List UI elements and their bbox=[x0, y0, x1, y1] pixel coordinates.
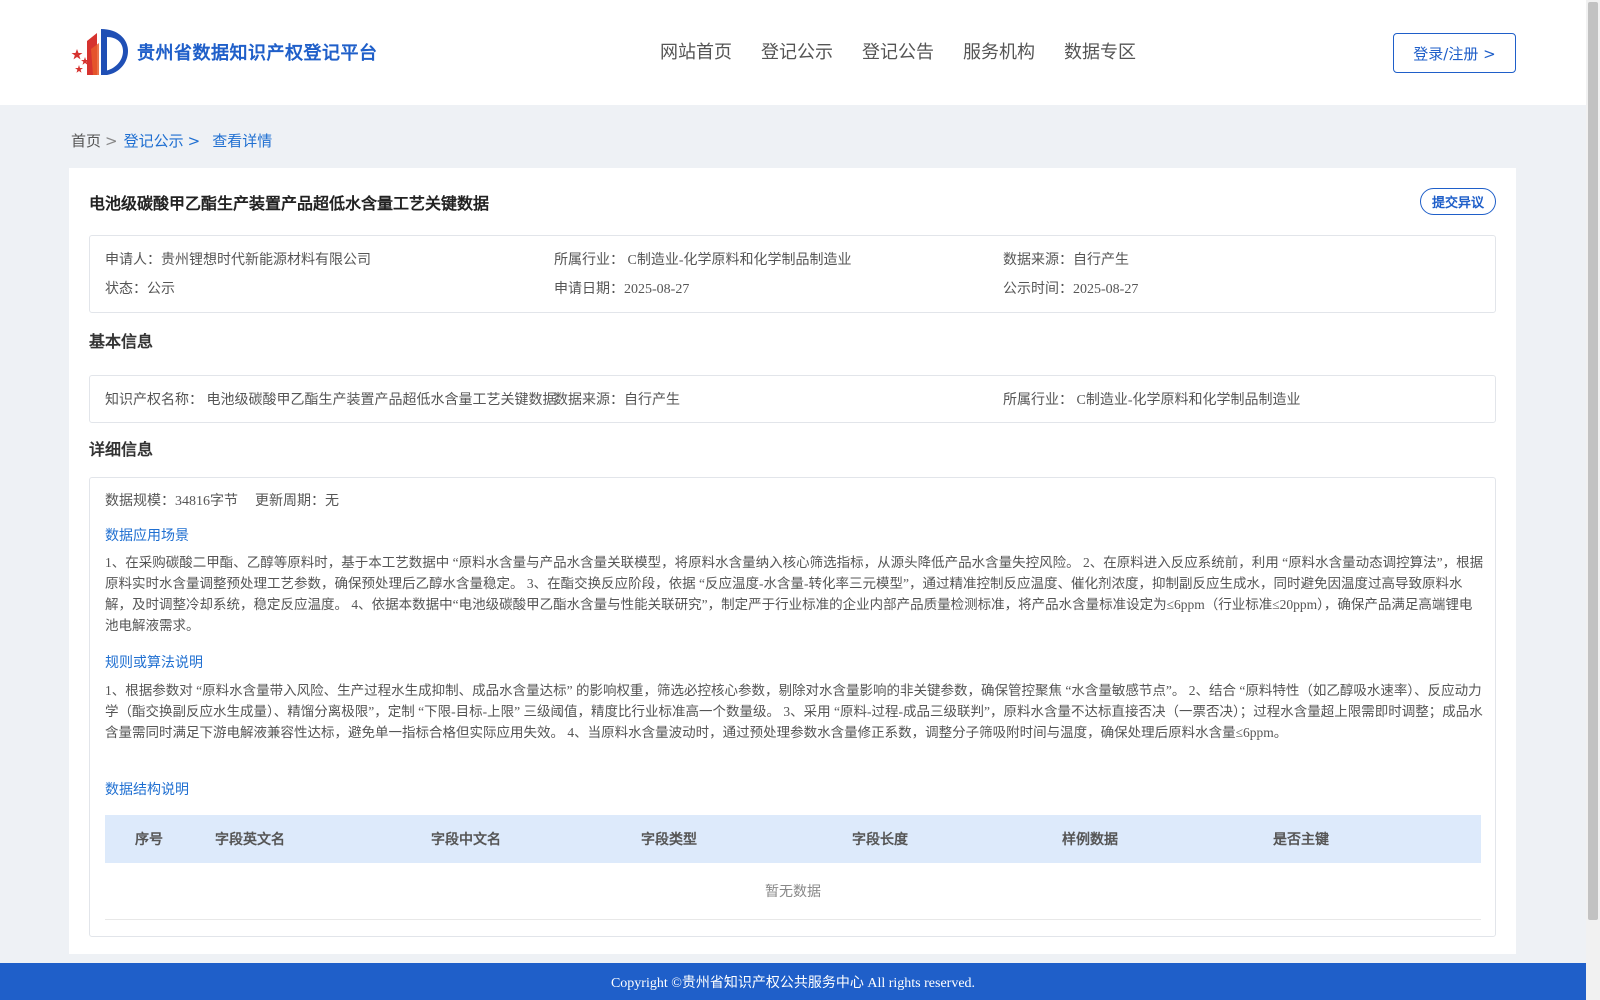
rule-heading: 规则或算法说明 bbox=[105, 655, 203, 671]
breadcrumb-home[interactable]: 首页 bbox=[71, 130, 101, 151]
structure-heading: 数据结构说明 bbox=[105, 782, 189, 798]
login-register-button[interactable]: 登录/注册 > bbox=[1393, 33, 1516, 73]
detail-info-heading: 详细信息 bbox=[89, 442, 154, 459]
logo-text: 贵州省数据知识产权登记平台 bbox=[137, 43, 378, 64]
applicant-text: 申请人：贵州锂想时代新能源材料有限公司 bbox=[105, 253, 371, 268]
data-scale-text: 数据规模：34816字节 bbox=[105, 494, 238, 509]
main-nav: 网站首页 登记公示 登记公告 服务机构 数据专区 bbox=[660, 38, 1165, 64]
nav-home[interactable]: 网站首页 bbox=[660, 38, 732, 64]
breadcrumb: 首页 > 登记公示 > 查看详情 bbox=[71, 130, 272, 151]
table-header-type: 字段类型 bbox=[641, 833, 697, 848]
basic-info-heading: 基本信息 bbox=[89, 334, 154, 351]
breadcrumb-registration-publicity[interactable]: 登记公示 bbox=[124, 130, 184, 151]
nav-registration-announcement[interactable]: 登记公告 bbox=[862, 38, 934, 64]
scenario-heading: 数据应用场景 bbox=[105, 528, 189, 544]
ip-name-text: 知识产权名称： 电池级碳酸甲乙酯生产装置产品超低水含量工艺关键数据 bbox=[105, 393, 557, 408]
rule-text: 1、根据参数对 “原料水含量带入风险、生产过程水生成抑制、成品水含量达标” 的影… bbox=[105, 683, 1483, 740]
apply-date-text: 申请日期：2025-08-27 bbox=[554, 282, 690, 297]
site-header: 贵州省数据知识产权登记平台 网站首页 登记公示 登记公告 服务机构 数据专区 登… bbox=[0, 0, 1586, 105]
data-source-text: 数据来源：自行产生 bbox=[1003, 253, 1129, 268]
table-header-length: 字段长度 bbox=[852, 833, 908, 848]
table-header-primary-key: 是否主键 bbox=[1273, 833, 1329, 848]
structure-table-header: 序号 字段英文名 字段中文名 字段类型 字段长度 样例数据 是否主键 bbox=[105, 815, 1481, 863]
industry-text: 所属行业： C制造业-化学原料和化学制品制造业 bbox=[554, 253, 852, 268]
scenario-text: 1、在采购碳酸二甲酯、乙醇等原料时，基于本工艺数据中 “原料水含量与产品水含量关… bbox=[105, 555, 1484, 633]
table-header-chinese-name: 字段中文名 bbox=[431, 833, 501, 848]
basic-info-box: 知识产权名称： 电池级碳酸甲乙酯生产装置产品超低水含量工艺关键数据 数据来源：自… bbox=[89, 375, 1496, 423]
status-text: 状态：公示 bbox=[105, 282, 175, 297]
nav-service-agencies[interactable]: 服务机构 bbox=[963, 38, 1035, 64]
breadcrumb-current: 查看详情 bbox=[212, 132, 273, 150]
breadcrumb-separator: > bbox=[105, 131, 118, 150]
submit-objection-button[interactable]: 提交异议 bbox=[1420, 188, 1496, 215]
nav-registration-publicity[interactable]: 登记公示 bbox=[761, 38, 833, 64]
table-header-sample: 样例数据 bbox=[1062, 833, 1118, 848]
nav-data-zone[interactable]: 数据专区 bbox=[1064, 38, 1136, 64]
summary-box: 申请人：贵州锂想时代新能源材料有限公司 所属行业： C制造业-化学原料和化学制品… bbox=[89, 235, 1496, 313]
logo-emblem-icon bbox=[71, 27, 129, 77]
page-title: 电池级碳酸甲乙酯生产装置产品超低水含量工艺关键数据 bbox=[89, 196, 490, 213]
scrollbar-thumb[interactable] bbox=[1588, 2, 1598, 920]
update-cycle-text: 更新周期：无 bbox=[255, 494, 339, 509]
publish-date-text: 公示时间：2025-08-27 bbox=[1003, 282, 1139, 297]
table-empty-state: 暂无数据 bbox=[105, 863, 1481, 920]
basic-industry-text: 所属行业： C制造业-化学原料和化学制品制造业 bbox=[1003, 393, 1301, 408]
table-header-english-name: 字段英文名 bbox=[215, 833, 285, 848]
table-header-index: 序号 bbox=[135, 833, 163, 848]
site-logo[interactable]: 贵州省数据知识产权登记平台 bbox=[71, 27, 378, 77]
breadcrumb-separator: > bbox=[187, 131, 201, 150]
detail-info-box: 数据规模：34816字节 更新周期：无 数据应用场景 1、在采购碳酸二甲酯、乙醇… bbox=[89, 477, 1496, 937]
copyright-text: Copyright ©贵州省知识产权公共服务中心 All rights rese… bbox=[610, 975, 976, 991]
basic-source-text: 数据来源：自行产生 bbox=[554, 393, 680, 408]
vertical-scrollbar[interactable] bbox=[1586, 0, 1600, 1000]
detail-card: 电池级碳酸甲乙酯生产装置产品超低水含量工艺关键数据 提交异议 申请人：贵州锂想时… bbox=[69, 168, 1516, 954]
site-footer: Copyright ©贵州省知识产权公共服务中心 All rights rese… bbox=[0, 963, 1586, 1000]
